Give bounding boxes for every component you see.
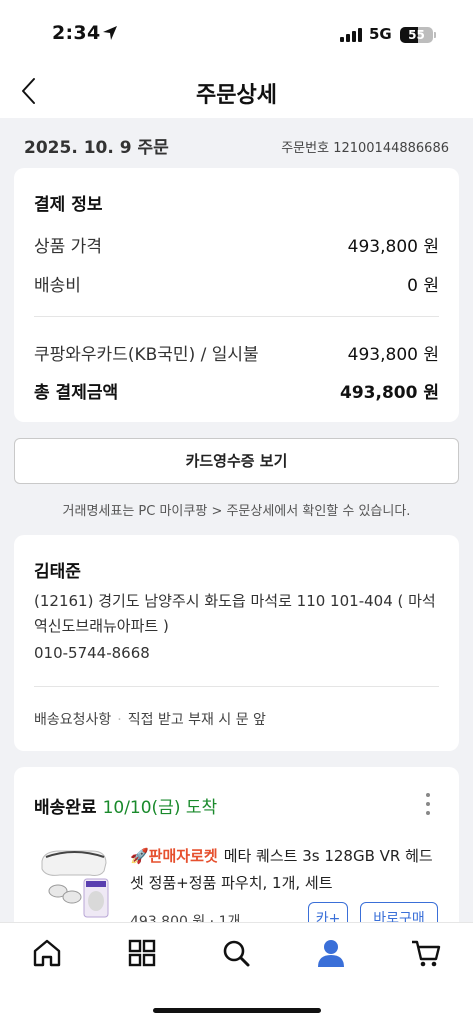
arrival-date: 10/10(금) 도착 <box>102 798 218 818</box>
shipping-fee-value: 0 원 <box>407 276 439 296</box>
statement-notice: 거래명세표는 PC 마이쿠팡 > 주문상세에서 확인할 수 있습니다. <box>62 504 411 519</box>
shipping-fee-label: 배송비 <box>34 276 81 296</box>
battery-tip <box>434 32 436 38</box>
price-row: 상품 가격 493,800 원 <box>34 232 439 257</box>
address-line: (12161) 경기도 남양주시 화도읍 마석로 110 101-404 ( 마… <box>34 592 436 635</box>
order-number-value: 12100144886686 <box>333 141 449 156</box>
delivery-request-label: 배송요청사항 <box>34 712 112 728</box>
search-icon[interactable] <box>220 937 252 969</box>
separator-dot: · <box>117 712 122 728</box>
order-meta: 2025. 10. 9 주문 주문번호 12100144886686 <box>0 118 473 168</box>
payment-title: 결제 정보 <box>34 195 103 215</box>
seller-rocket-badge: 🚀판매자로켓 <box>130 847 218 865</box>
order-number: 주문번호 12100144886686 <box>281 137 449 156</box>
my-coupang-icon[interactable] <box>315 937 347 969</box>
card-payment-row: 쿠팡와우카드(KB국민) / 일시불 493,800 원 <box>34 340 439 365</box>
home-icon[interactable] <box>31 937 63 969</box>
category-icon[interactable] <box>126 937 158 969</box>
cart-icon[interactable] <box>410 937 442 969</box>
address-card: 김태준 (12161) 경기도 남양주시 화도읍 마석로 110 101-404… <box>14 535 459 751</box>
total-label: 총 결제금액 <box>34 383 119 403</box>
order-date: 2025. 10. 9 주문 <box>24 138 169 158</box>
network-type: 5G <box>369 25 392 43</box>
location-arrow-icon <box>103 26 117 40</box>
delivery-request: 배송요청사항 · 직접 받고 부재 시 문 앞 <box>34 709 266 729</box>
delivery-status: 배송완료 <box>34 798 97 818</box>
price-label: 상품 가격 <box>34 237 102 257</box>
page-title: 주문상세 <box>196 83 277 108</box>
delivery-request-value: 직접 받고 부재 시 문 앞 <box>127 712 266 728</box>
product-name[interactable]: 🚀판매자로켓 메타 퀘스트 3s 128GB VR 헤드셋 정품+정품 파우치, … <box>130 843 439 897</box>
status-bar: 2:34 5G 55 <box>0 0 473 64</box>
total-row: 총 결제금액 493,800 원 <box>34 378 439 403</box>
card-payment-label: 쿠팡와우카드(KB국민) / 일시불 <box>34 345 259 365</box>
product-thumbnail[interactable] <box>34 839 114 921</box>
order-number-label: 주문번호 <box>281 141 330 156</box>
card-receipt-button[interactable]: 카드영수증 보기 <box>14 438 459 484</box>
total-value: 493,800 원 <box>340 383 439 403</box>
divider <box>34 316 439 317</box>
shipment-status: 배송완료 10/10(금) 도착 <box>34 793 217 818</box>
home-indicator <box>153 1008 321 1013</box>
divider <box>34 686 439 687</box>
bottom-tab-bar <box>0 922 473 1024</box>
price-value: 493,800 원 <box>347 237 439 257</box>
battery-level: 55 <box>408 28 425 42</box>
header: 주문상세 <box>0 64 473 118</box>
cellular-signal-icon <box>340 28 364 42</box>
recipient-phone: 010-5744-8668 <box>34 644 150 662</box>
shipping-fee-row: 배송비 0 원 <box>34 271 439 296</box>
status-time: 2:34 <box>52 22 101 44</box>
battery-icon: 55 <box>400 27 433 43</box>
card-payment-value: 493,800 원 <box>347 345 439 365</box>
recipient-name: 김태준 <box>34 562 81 582</box>
more-options-icon[interactable] <box>425 793 431 815</box>
payment-card: 결제 정보 상품 가격 493,800 원 배송비 0 원 쿠팡와우카드(KB국… <box>14 168 459 422</box>
